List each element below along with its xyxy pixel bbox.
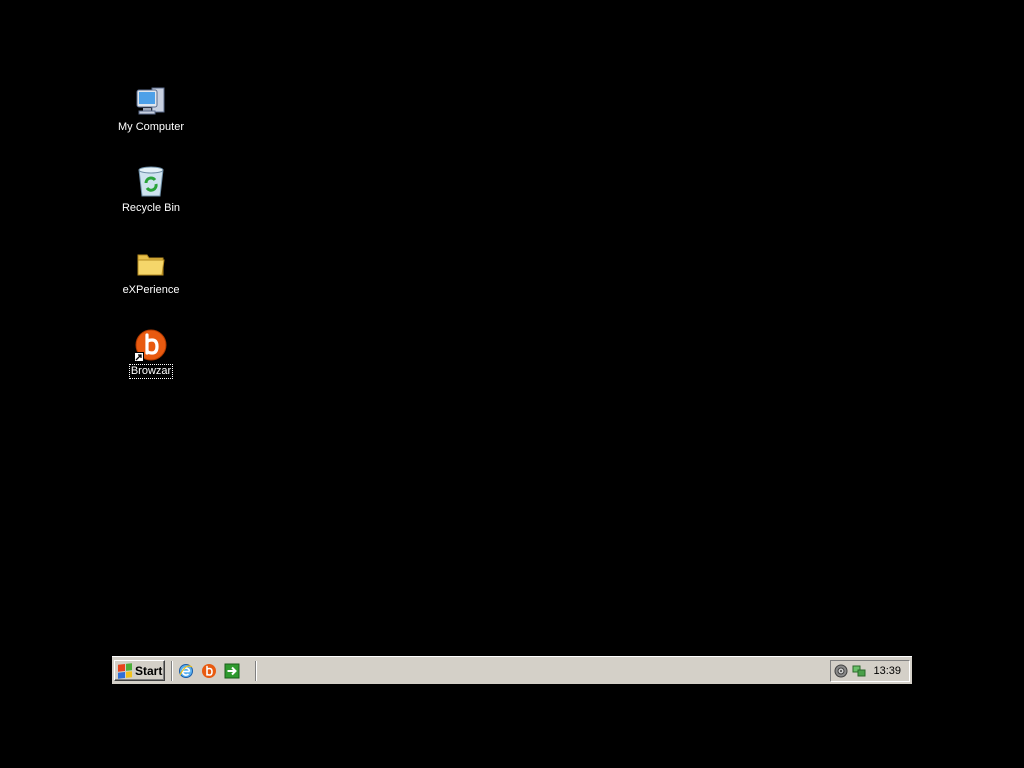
recycle-bin-icon — [134, 165, 168, 199]
system-tray: 13:39 — [830, 660, 910, 682]
desktop-icon-label: Recycle Bin — [121, 202, 181, 214]
quick-launch — [178, 661, 240, 681]
start-label: Start — [135, 663, 163, 678]
my-computer-icon — [134, 84, 168, 118]
taskbar-separator — [171, 661, 173, 681]
desktop-icon-label: My Computer — [117, 121, 185, 133]
shortcut-arrow-icon — [134, 352, 144, 362]
folder-icon — [134, 247, 168, 281]
network-icon[interactable] — [852, 664, 866, 678]
internet-explorer-icon[interactable] — [178, 663, 194, 679]
desktop[interactable]: My Computer Recycle Bin eXPerience Browz… — [0, 0, 1024, 768]
desktop-icon-label: eXPerience — [122, 284, 180, 296]
desktop-icon-experience-folder[interactable]: eXPerience — [111, 247, 191, 297]
taskbar-separator — [255, 661, 257, 681]
speaker-icon[interactable] — [834, 664, 848, 678]
desktop-icon-recycle-bin[interactable]: Recycle Bin — [111, 165, 191, 215]
desktop-icon-my-computer[interactable]: My Computer — [111, 84, 191, 134]
green-arrow-icon[interactable] — [224, 663, 240, 679]
clock[interactable]: 13:39 — [873, 665, 901, 677]
windows-logo-icon — [118, 662, 132, 679]
browzar-icon — [134, 328, 168, 362]
desktop-icon-browzar[interactable]: Browzar — [111, 328, 191, 379]
browzar-icon[interactable] — [201, 663, 217, 679]
start-button[interactable]: Start — [114, 660, 165, 681]
desktop-icon-label: Browzar — [128, 364, 174, 379]
taskbar: Start 13:39 — [112, 656, 912, 684]
